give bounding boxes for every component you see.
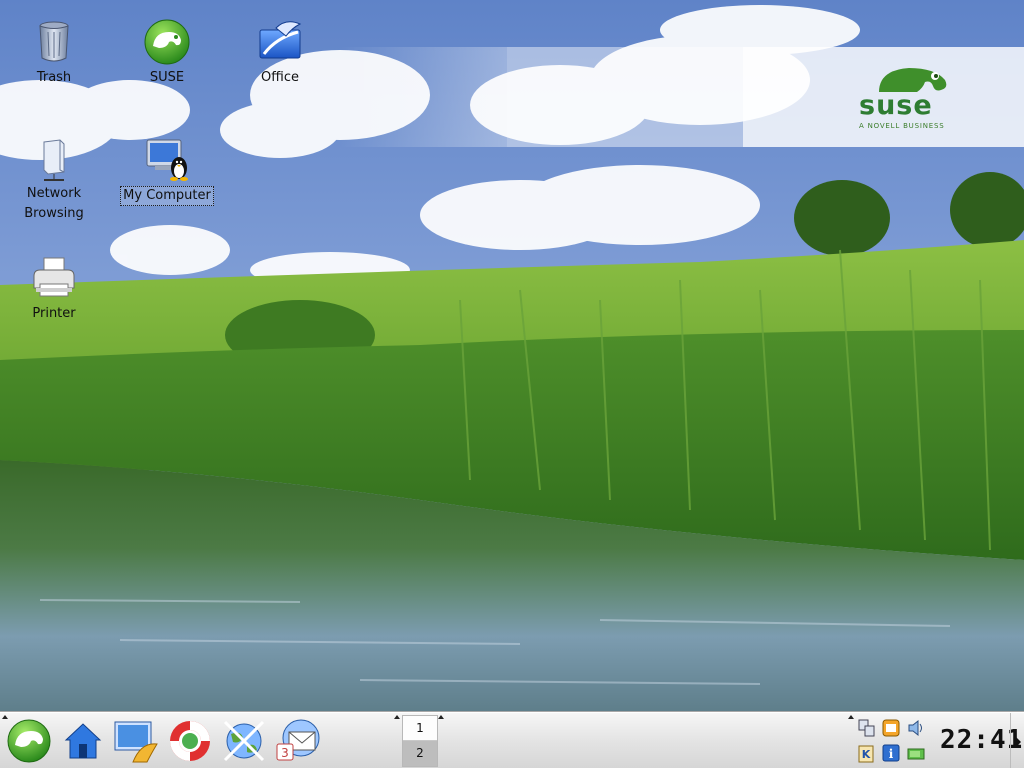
panel-scroll-right[interactable]: [1010, 713, 1024, 768]
speaker-icon: [908, 719, 922, 737]
panel-clock[interactable]: 22:41: [940, 723, 1022, 757]
desktop-shell-icon: [114, 721, 158, 763]
pager-hide-arrow-icon: [394, 715, 400, 719]
network-icon: [43, 139, 65, 181]
svg-text:i: i: [889, 747, 894, 761]
lifebuoy-icon: [170, 721, 210, 761]
desktop-button[interactable]: [113, 718, 159, 764]
info-tray[interactable]: i: [881, 743, 901, 763]
taskbar-handle[interactable]: [438, 713, 444, 768]
banner-mid: [507, 47, 743, 147]
klipper-icon: K: [858, 745, 874, 763]
svg-text:3: 3: [281, 746, 289, 760]
desktop-icon-network-browsing[interactable]: Network Browsing: [4, 136, 104, 224]
volume-tray[interactable]: [906, 718, 926, 738]
desktop-icon-label: Trash: [36, 70, 72, 85]
desktop-pager: 1 2: [402, 715, 438, 767]
desktop-icon-suse[interactable]: SUSE: [117, 18, 217, 88]
pager-desktop-2[interactable]: 2: [403, 741, 437, 766]
suse-logo: suse A NOVELL BUSINESS: [857, 64, 957, 134]
tray-handle[interactable]: [848, 713, 854, 768]
konqueror-icon: [223, 720, 265, 762]
trash-icon: [39, 21, 69, 62]
browser-button[interactable]: [221, 718, 267, 764]
updater-icon: [882, 719, 900, 737]
suse-wordmark: suse: [859, 90, 933, 121]
desktop-icon-label: Printer: [32, 306, 76, 321]
desktop-icon-office[interactable]: Office: [230, 18, 330, 88]
desktop-icon-label: SUSE: [149, 70, 185, 85]
mail-button[interactable]: 3: [275, 718, 321, 764]
svg-text:K: K: [862, 748, 871, 761]
desktop-icon-printer[interactable]: Printer: [4, 254, 104, 324]
help-button[interactable]: [167, 718, 213, 764]
desktop-icon-label: Network Browsing: [24, 186, 84, 221]
computer-icon: [146, 139, 188, 181]
battery-icon: [907, 748, 925, 760]
suse-menu-button[interactable]: [6, 718, 52, 764]
klipper-tray[interactable]: K: [856, 743, 876, 763]
desktop-icon-trash[interactable]: Trash: [4, 18, 104, 88]
desktop-icon-label: My Computer: [120, 186, 214, 206]
network-tray[interactable]: [856, 718, 876, 738]
updater-tray[interactable]: [881, 718, 901, 738]
office-icon: [259, 21, 302, 59]
info-icon: i: [882, 744, 900, 762]
system-tray: K i: [856, 716, 936, 766]
banner-fade: [340, 47, 507, 147]
desktop-icon-my-computer[interactable]: My Computer: [117, 136, 217, 206]
home-button[interactable]: [60, 718, 106, 764]
printer-icon: [33, 257, 75, 297]
suse-gecko-icon: [7, 719, 51, 763]
pager-handle[interactable]: [394, 713, 400, 768]
tray-hide-arrow-icon: [848, 715, 854, 719]
taskbar-hide-arrow-icon: [438, 715, 444, 719]
network-tray-icon: [858, 719, 875, 737]
desktop-icon-label: Office: [261, 70, 299, 85]
suse-tagline: A NOVELL BUSINESS: [859, 122, 945, 130]
battery-tray[interactable]: [906, 743, 926, 763]
arrow-right-icon: [1016, 737, 1021, 747]
home-icon: [64, 723, 102, 759]
suse-icon: [144, 19, 190, 65]
kicker-panel: 3 1 2 K i 22:41: [0, 712, 1024, 768]
pager-desktop-1[interactable]: 1: [403, 716, 437, 741]
kontact-mail-icon: 3: [276, 719, 320, 761]
